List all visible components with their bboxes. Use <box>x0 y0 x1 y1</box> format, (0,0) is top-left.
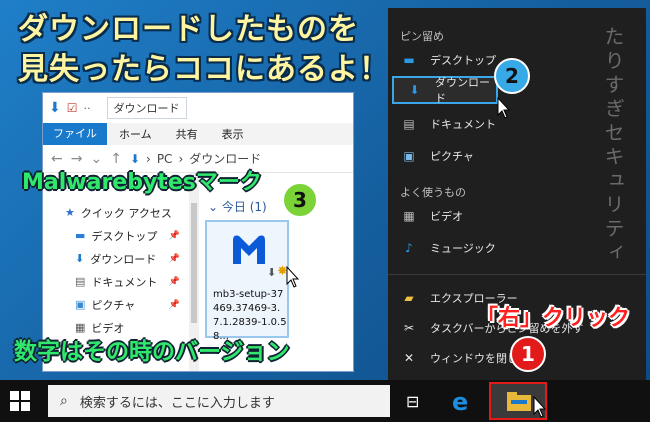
ribbon-tab-file[interactable]: ファイル <box>43 123 107 145</box>
mouse-cursor-icon <box>497 97 511 119</box>
folder-icon <box>507 392 531 411</box>
annotation-title: ダウンロードしたものを 見失ったらココにあるよ！ <box>18 12 390 87</box>
step-badge-2: 2 <box>494 58 530 94</box>
document-icon: ▤ <box>75 275 86 288</box>
pin-icon: 📌 <box>168 276 180 287</box>
jump-item-downloads[interactable]: ⬇ ダウンロード <box>392 76 498 105</box>
pinned-header: ピン留め <box>400 30 444 43</box>
group-header-today[interactable]: ⌄ 今日 (1) <box>208 198 267 215</box>
group-header-label: 今日 (1) <box>221 200 267 214</box>
nav-item-desktop[interactable]: ▬ デスクトップ 📌 <box>43 224 188 247</box>
scroll-thumb[interactable] <box>191 203 197 323</box>
annotation-version: 数字はその時のバージョン <box>14 339 290 365</box>
checklist-icon[interactable]: ☑ <box>67 101 78 115</box>
nav-label: ダウンロード <box>90 252 157 266</box>
overflow-icon[interactable]: ·· <box>84 102 91 115</box>
jump-label: ミュージック <box>430 242 496 255</box>
download-badge-icon: ⬇ <box>267 266 277 279</box>
file-explorer-window: ⬇ ☑ ·· ダウンロード ファイル ホーム 共有 表示 ← → ⌄ ↑ ⬇ ›… <box>42 92 354 372</box>
nav-item-pictures[interactable]: ▣ ピクチャ 📌 <box>43 293 188 316</box>
mouse-cursor-icon <box>533 396 547 418</box>
nav-item-downloads[interactable]: ⬇ ダウンロード 📌 <box>43 247 188 270</box>
step-badge-1: 1 <box>510 336 546 372</box>
desktop-icon: ▬ <box>403 53 415 67</box>
jump-divider <box>388 274 646 275</box>
search-placeholder: 検索するには、ここに入力します <box>79 395 275 411</box>
download-icon: ⬇ <box>409 83 420 97</box>
step-badge-3: 3 <box>282 182 318 218</box>
jump-label: ドキュメント <box>430 118 496 131</box>
pin-icon: 📌 <box>168 230 180 241</box>
jump-label: ダウンロード <box>434 76 490 105</box>
nav-label: ドキュメント <box>91 275 158 289</box>
annotation-malwarebytes: Malwarebytesマーク <box>22 170 262 195</box>
nav-label: クイック アクセス <box>80 206 172 220</box>
search-icon: ⌕ <box>60 393 68 409</box>
ribbon: ファイル ホーム 共有 表示 <box>43 123 353 145</box>
picture-icon: ▣ <box>75 298 86 311</box>
edge-browser-icon[interactable]: e <box>452 388 468 416</box>
unpin-icon: ✂ <box>403 321 415 335</box>
nav-item-quick-access[interactable]: ★ クイック アクセス <box>43 201 188 224</box>
nav-label: デスクトップ <box>91 229 158 243</box>
pin-icon: 📌 <box>168 253 180 264</box>
video-icon: ▦ <box>403 209 415 223</box>
annotation-right-click: 「右」クリック <box>476 306 631 331</box>
pin-icon: 📌 <box>168 299 180 310</box>
explorer-title: ダウンロード <box>106 97 187 119</box>
document-icon: ▤ <box>403 117 415 131</box>
task-view-icon[interactable]: ⊟ <box>406 392 419 411</box>
ribbon-tab-view[interactable]: 表示 <box>210 126 256 142</box>
jump-label: ピクチャ <box>430 150 474 163</box>
file-item-mb3-setup[interactable]: ⬇ ✸ mb3-setup-37469.37469-3.7.1.2839-1.0… <box>205 220 289 342</box>
malwarebytes-logo-icon <box>233 235 265 264</box>
nav-item-documents[interactable]: ▤ ドキュメント 📌 <box>43 270 188 293</box>
explorer-titlebar: ⬇ ☑ ·· ダウンロード <box>43 93 353 123</box>
star-icon: ★ <box>65 206 75 219</box>
ribbon-tab-share[interactable]: 共有 <box>164 126 210 142</box>
close-icon: ✕ <box>403 351 415 365</box>
folder-icon: ▰ <box>404 291 414 305</box>
taskbar: ⌕ 検索するには、ここに入力します ⊟ e <box>0 380 650 422</box>
frequent-header: よく使うもの <box>400 186 466 199</box>
nav-label: ピクチャ <box>91 298 136 312</box>
download-icon: ⬇ <box>75 252 85 265</box>
music-icon: ♪ <box>405 241 413 255</box>
picture-icon: ▣ <box>403 149 415 163</box>
taskbar-search-box[interactable]: ⌕ 検索するには、ここに入力します <box>48 385 390 417</box>
windows-start-icon[interactable] <box>10 391 30 411</box>
jump-label: デスクトップ <box>430 54 496 67</box>
jump-label: ビデオ <box>430 210 463 223</box>
desktop-icon: ▬ <box>75 229 86 242</box>
ribbon-tab-home[interactable]: ホーム <box>107 126 164 142</box>
mouse-cursor-icon <box>286 266 300 288</box>
download-arrow-icon: ⬇ <box>49 100 61 116</box>
watermark-text: たりすぎセキュリティ <box>601 26 625 266</box>
